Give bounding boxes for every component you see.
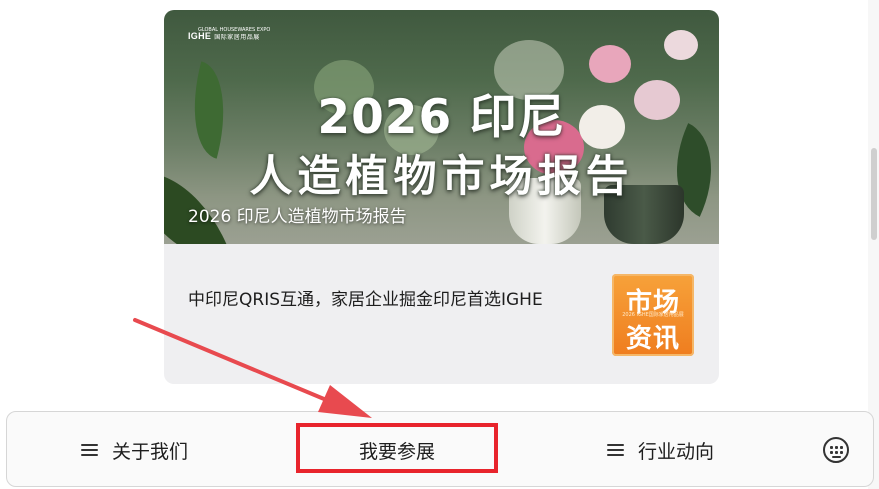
article-card[interactable]: IGHE 国际家居用品展 GLOBAL HOUSEWARES EXPO 2026… xyxy=(164,10,719,384)
nav-about-us[interactable]: 关于我们 xyxy=(81,412,188,488)
menu-icon xyxy=(607,444,624,456)
thumb-line-2: 资讯 xyxy=(625,324,680,354)
banner-caption: 2026 印尼人造植物市场报告 xyxy=(188,207,407,227)
nav-industry-news-label: 行业动向 xyxy=(638,440,715,463)
flower-decoration xyxy=(664,30,698,60)
logo-small-text: GLOBAL HOUSEWARES EXPO xyxy=(198,27,271,33)
banner-title-year: 2026 印尼 xyxy=(317,90,566,145)
nav-about-us-label: 关于我们 xyxy=(112,440,189,463)
news-item-thumbnail[interactable]: 市场 2026 IGHE国际家居用品展 资讯 xyxy=(612,274,694,356)
nav-industry-news[interactable]: 行业动向 xyxy=(607,412,714,488)
keyboard-icon[interactable] xyxy=(823,437,849,463)
scrollbar-thumb[interactable] xyxy=(871,148,877,240)
menu-icon xyxy=(81,444,98,456)
news-item-title[interactable]: 中印尼QRIS互通，家居企业掘金印尼首选IGHE xyxy=(188,288,588,313)
thumb-small-text: 2026 IGHE国际家居用品展 xyxy=(622,312,684,318)
banner-title-main: 人造植物市场报告 xyxy=(249,152,634,202)
article-banner-image: IGHE 国际家居用品展 GLOBAL HOUSEWARES EXPO 2026… xyxy=(164,10,719,244)
highlight-annotation-box xyxy=(296,423,498,473)
